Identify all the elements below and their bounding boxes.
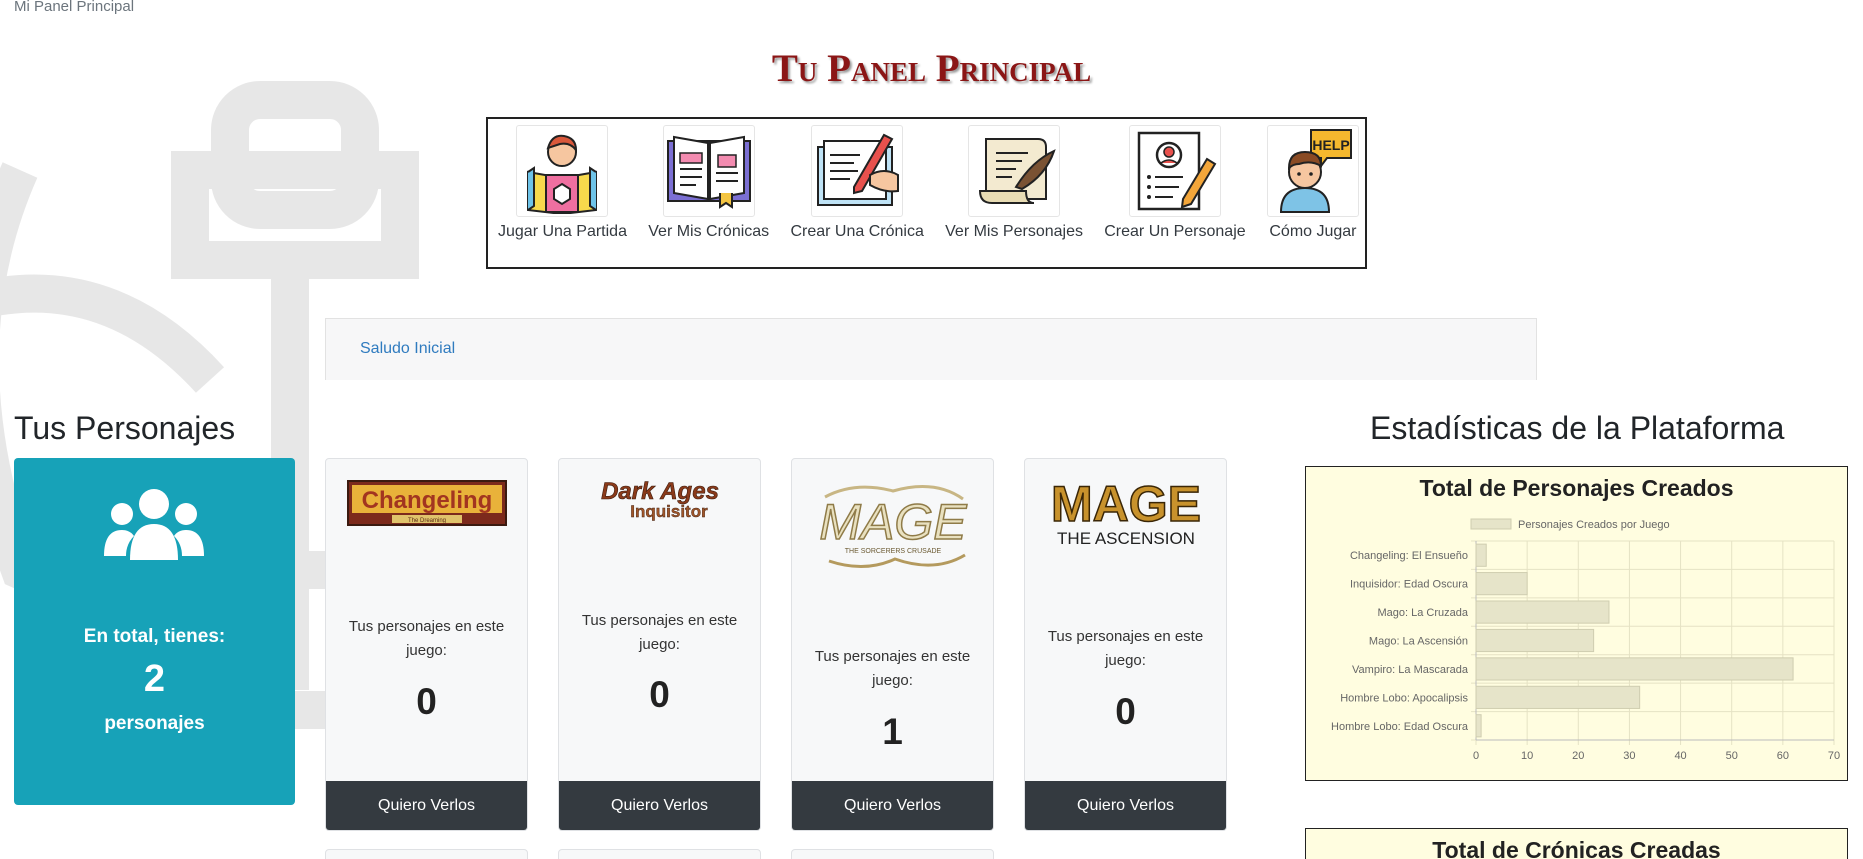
svg-text:Dark Ages: Dark Ages [601, 478, 719, 505]
game-card-sorcerers-crusade: MAGE THE SORCERERS CRUSADE Tus personaje… [791, 458, 994, 831]
game-card-count: 0 [416, 681, 437, 722]
x-tick-label: 40 [1674, 750, 1686, 762]
game-card-ascension: MAGE THE ASCENSION Tus personajes en est… [1024, 458, 1227, 831]
game-card-count: 0 [1115, 691, 1136, 732]
x-tick-label: 30 [1623, 750, 1635, 762]
characters-heading: Tus Personajes [14, 410, 236, 446]
x-tick-label: 0 [1473, 750, 1479, 762]
svg-text:MAGE: MAGE [819, 494, 967, 550]
category-label: Hombre Lobo: Edad Oscura [1331, 721, 1469, 733]
characters-chart-panel: Total de Personajes Creados Personajes C… [1305, 466, 1848, 781]
nav-view-chronicles[interactable]: Ver Mis Crónicas [648, 125, 769, 267]
svg-text:THE SORCERERS CRUSADE: THE SORCERERS CRUSADE [844, 548, 941, 555]
svg-text:Inquisitor: Inquisitor [630, 502, 708, 521]
category-label: Mago: La Ascensión [1369, 636, 1468, 648]
profile-pencil-icon [1128, 125, 1221, 217]
game-card-changeling: Changeling The Dreaming Tus personajes e… [325, 458, 528, 831]
category-label: Changeling: El Ensueño [1350, 550, 1468, 562]
quick-nav-panel: Jugar Una Partida Ver Mis Crónicas Crear… [486, 117, 1367, 269]
greeting-panel: Saludo Inicial [325, 318, 1537, 380]
nav-label: Ver Mis Personajes [945, 223, 1083, 240]
game-card-inquisitor: Dark Ages Inquisitor Tus personajes en e… [558, 458, 761, 831]
svg-text:MAGE: MAGE [1051, 477, 1201, 532]
category-label: Vampiro: La Mascarada [1352, 664, 1469, 676]
view-characters-button[interactable]: Quiero Verlos [326, 781, 527, 830]
category-label: Hombre Lobo: Apocalipsis [1340, 692, 1468, 704]
game-card-partial [791, 849, 994, 859]
game-card-text: Tus personajes en este juego: [814, 648, 971, 689]
chronicles-chart-title: Total de Crónicas Creadas [1432, 837, 1721, 859]
game-card-text: Tus personajes en este juego: [581, 612, 738, 653]
greeting-link[interactable]: Saludo Inicial [360, 340, 455, 358]
characters-summary-card: En total, tienes: 2 personajes [14, 458, 295, 805]
writing-hand-icon [811, 125, 904, 217]
help-person-icon: HELP [1266, 125, 1359, 217]
game-card-text: Tus personajes en este juego: [1047, 628, 1204, 669]
svg-text:THE ASCENSION: THE ASCENSION [1057, 529, 1195, 548]
bar [1475, 714, 1482, 738]
scroll-quill-icon [968, 125, 1061, 217]
breadcrumb: Mi Panel Principal [14, 0, 135, 15]
summary-count: 2 [143, 658, 166, 700]
x-tick-label: 70 [1828, 750, 1840, 762]
svg-text:The Dreaming: The Dreaming [407, 518, 445, 524]
game-card-partial [325, 849, 528, 859]
game-card-text: Tus personajes en este juego: [348, 618, 505, 659]
nav-create-character[interactable]: Crear Un Personaje [1104, 125, 1246, 267]
x-tick-label: 50 [1726, 750, 1738, 762]
x-tick-label: 20 [1572, 750, 1584, 762]
view-characters-button[interactable]: Quiero Verlos [559, 781, 760, 830]
svg-text:HELP: HELP [1312, 137, 1349, 153]
bar [1475, 657, 1794, 681]
nav-how-to-play[interactable]: HELP Cómo Jugar [1266, 125, 1359, 267]
bar [1475, 543, 1487, 567]
category-label: Inquisidor: Edad Oscura [1350, 579, 1469, 591]
category-label: Mago: La Cruzada [1378, 607, 1469, 619]
nav-label: Crear Un Personaje [1104, 223, 1246, 240]
nav-label: Ver Mis Crónicas [648, 223, 770, 240]
bar [1475, 685, 1641, 709]
reader-book-icon [516, 125, 609, 217]
ascension-logo: MAGE THE ASCENSION [1025, 477, 1226, 567]
inquisitor-logo: Dark Ages Inquisitor [559, 477, 760, 567]
game-card-count: 0 [649, 674, 670, 715]
x-tick-label: 60 [1777, 750, 1789, 762]
nav-play-game[interactable]: Jugar Una Partida [498, 125, 627, 267]
chronicles-chart-panel: Total de Crónicas Creadas [1305, 828, 1848, 859]
nav-view-characters[interactable]: Ver Mis Personajes [945, 125, 1083, 267]
bar [1475, 628, 1595, 653]
svg-text:Changeling: Changeling [361, 487, 492, 514]
bar [1475, 600, 1610, 624]
legend-label: Personajes Creados por Juego [1518, 519, 1670, 531]
view-characters-button[interactable]: Quiero Verlos [1025, 781, 1226, 830]
nav-label: Crear Una Crónica [790, 223, 924, 240]
summary-intro: En total, tienes: [83, 626, 226, 647]
stats-heading: Estadísticas de la Plataforma [1370, 410, 1785, 446]
users-icon [104, 489, 204, 560]
sorcerers-crusade-logo: MAGE THE SORCERERS CRUSADE [792, 477, 993, 569]
x-tick-label: 10 [1521, 750, 1533, 762]
page-title: Tu Panel Principal [771, 47, 1092, 90]
view-characters-button[interactable]: Quiero Verlos [792, 781, 993, 830]
legend-swatch [1470, 518, 1512, 530]
bar [1475, 572, 1528, 596]
characters-bar-chart: Personajes Creados por Juego 0 10 20 30 40 50 6… [1331, 518, 1840, 762]
summary-unit: personajes [104, 713, 205, 734]
nav-label: Cómo Jugar [1269, 223, 1357, 240]
open-book-icon [662, 125, 755, 217]
changeling-logo: Changeling The Dreaming [326, 477, 527, 567]
game-card-count: 1 [882, 711, 903, 752]
nav-create-chronicle[interactable]: Crear Una Crónica [790, 125, 924, 267]
game-card-partial [558, 849, 761, 859]
nav-label: Jugar Una Partida [498, 223, 627, 240]
